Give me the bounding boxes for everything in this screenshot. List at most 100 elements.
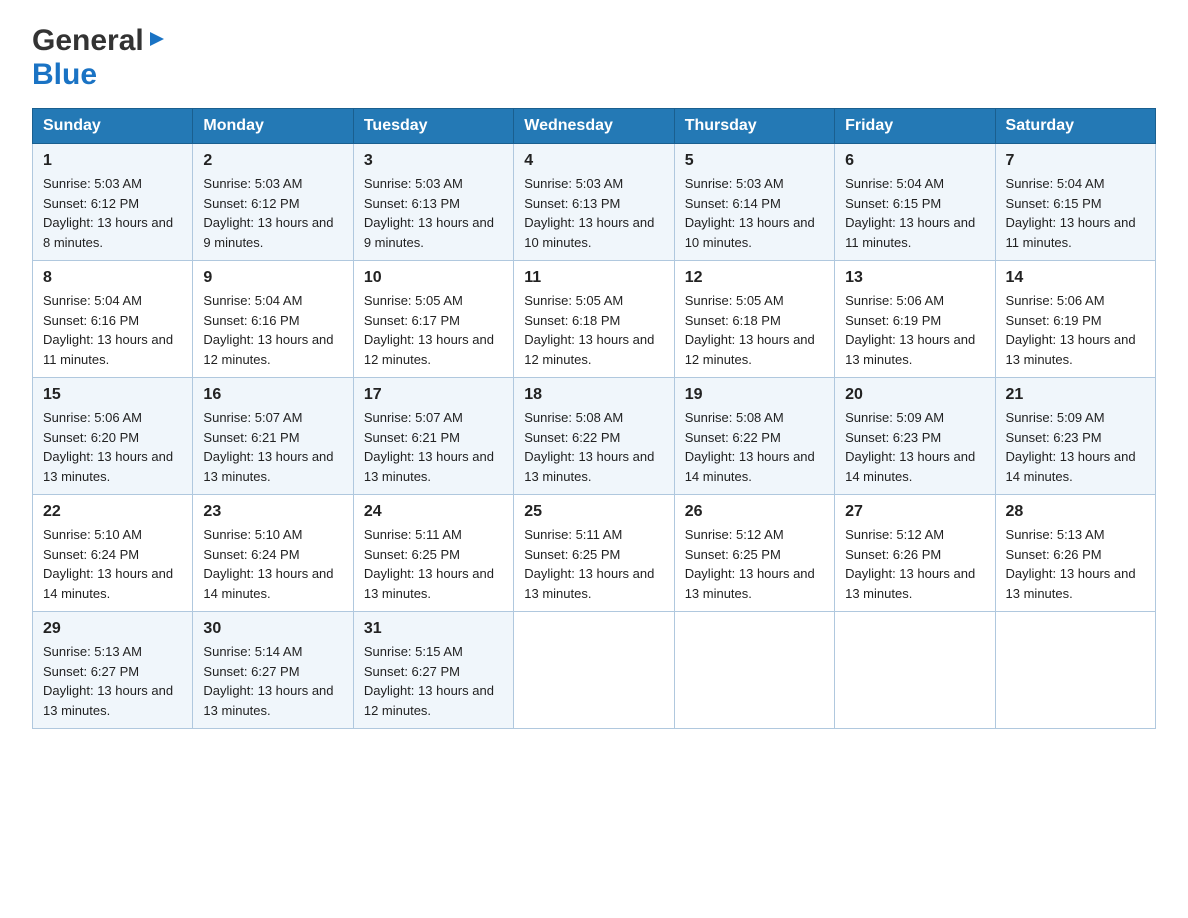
day-number: 15 [43, 386, 182, 404]
day-number: 20 [845, 386, 984, 404]
day-info: Sunrise: 5:09 AM Sunset: 6:23 PM Dayligh… [845, 408, 984, 486]
calendar-table: SundayMondayTuesdayWednesdayThursdayFrid… [32, 108, 1156, 729]
day-cell-21: 21 Sunrise: 5:09 AM Sunset: 6:23 PM Dayl… [995, 378, 1155, 495]
empty-cell [674, 612, 834, 729]
weekday-header-row: SundayMondayTuesdayWednesdayThursdayFrid… [33, 109, 1156, 144]
day-number: 28 [1006, 503, 1145, 521]
day-info: Sunrise: 5:11 AM Sunset: 6:25 PM Dayligh… [364, 525, 503, 603]
weekday-header-thursday: Thursday [674, 109, 834, 144]
week-row-1: 1 Sunrise: 5:03 AM Sunset: 6:12 PM Dayli… [33, 144, 1156, 261]
day-info: Sunrise: 5:04 AM Sunset: 6:15 PM Dayligh… [1006, 174, 1145, 252]
day-number: 16 [203, 386, 342, 404]
day-number: 24 [364, 503, 503, 521]
day-cell-29: 29 Sunrise: 5:13 AM Sunset: 6:27 PM Dayl… [33, 612, 193, 729]
day-number: 31 [364, 620, 503, 638]
day-number: 5 [685, 152, 824, 170]
day-info: Sunrise: 5:13 AM Sunset: 6:26 PM Dayligh… [1006, 525, 1145, 603]
day-number: 9 [203, 269, 342, 287]
weekday-header-wednesday: Wednesday [514, 109, 674, 144]
week-row-2: 8 Sunrise: 5:04 AM Sunset: 6:16 PM Dayli… [33, 261, 1156, 378]
day-info: Sunrise: 5:03 AM Sunset: 6:12 PM Dayligh… [203, 174, 342, 252]
day-cell-31: 31 Sunrise: 5:15 AM Sunset: 6:27 PM Dayl… [353, 612, 513, 729]
empty-cell [995, 612, 1155, 729]
week-row-3: 15 Sunrise: 5:06 AM Sunset: 6:20 PM Dayl… [33, 378, 1156, 495]
day-number: 29 [43, 620, 182, 638]
day-number: 8 [43, 269, 182, 287]
day-cell-15: 15 Sunrise: 5:06 AM Sunset: 6:20 PM Dayl… [33, 378, 193, 495]
day-info: Sunrise: 5:14 AM Sunset: 6:27 PM Dayligh… [203, 642, 342, 720]
day-number: 10 [364, 269, 503, 287]
day-cell-2: 2 Sunrise: 5:03 AM Sunset: 6:12 PM Dayli… [193, 144, 353, 261]
day-cell-3: 3 Sunrise: 5:03 AM Sunset: 6:13 PM Dayli… [353, 144, 513, 261]
day-cell-11: 11 Sunrise: 5:05 AM Sunset: 6:18 PM Dayl… [514, 261, 674, 378]
day-cell-13: 13 Sunrise: 5:06 AM Sunset: 6:19 PM Dayl… [835, 261, 995, 378]
day-cell-26: 26 Sunrise: 5:12 AM Sunset: 6:25 PM Dayl… [674, 495, 834, 612]
day-info: Sunrise: 5:08 AM Sunset: 6:22 PM Dayligh… [524, 408, 663, 486]
weekday-header-saturday: Saturday [995, 109, 1155, 144]
day-cell-8: 8 Sunrise: 5:04 AM Sunset: 6:16 PM Dayli… [33, 261, 193, 378]
day-info: Sunrise: 5:05 AM Sunset: 6:18 PM Dayligh… [524, 291, 663, 369]
day-cell-24: 24 Sunrise: 5:11 AM Sunset: 6:25 PM Dayl… [353, 495, 513, 612]
day-number: 6 [845, 152, 984, 170]
day-info: Sunrise: 5:04 AM Sunset: 6:16 PM Dayligh… [43, 291, 182, 369]
day-cell-14: 14 Sunrise: 5:06 AM Sunset: 6:19 PM Dayl… [995, 261, 1155, 378]
day-cell-19: 19 Sunrise: 5:08 AM Sunset: 6:22 PM Dayl… [674, 378, 834, 495]
day-info: Sunrise: 5:05 AM Sunset: 6:17 PM Dayligh… [364, 291, 503, 369]
day-number: 11 [524, 269, 663, 287]
day-info: Sunrise: 5:13 AM Sunset: 6:27 PM Dayligh… [43, 642, 182, 720]
day-cell-16: 16 Sunrise: 5:07 AM Sunset: 6:21 PM Dayl… [193, 378, 353, 495]
day-info: Sunrise: 5:03 AM Sunset: 6:12 PM Dayligh… [43, 174, 182, 252]
day-number: 18 [524, 386, 663, 404]
day-cell-22: 22 Sunrise: 5:10 AM Sunset: 6:24 PM Dayl… [33, 495, 193, 612]
day-number: 1 [43, 152, 182, 170]
day-number: 14 [1006, 269, 1145, 287]
day-cell-28: 28 Sunrise: 5:13 AM Sunset: 6:26 PM Dayl… [995, 495, 1155, 612]
day-number: 17 [364, 386, 503, 404]
day-number: 25 [524, 503, 663, 521]
day-info: Sunrise: 5:10 AM Sunset: 6:24 PM Dayligh… [203, 525, 342, 603]
day-info: Sunrise: 5:07 AM Sunset: 6:21 PM Dayligh… [364, 408, 503, 486]
day-info: Sunrise: 5:12 AM Sunset: 6:26 PM Dayligh… [845, 525, 984, 603]
day-info: Sunrise: 5:05 AM Sunset: 6:18 PM Dayligh… [685, 291, 824, 369]
day-cell-7: 7 Sunrise: 5:04 AM Sunset: 6:15 PM Dayli… [995, 144, 1155, 261]
week-row-4: 22 Sunrise: 5:10 AM Sunset: 6:24 PM Dayl… [33, 495, 1156, 612]
empty-cell [835, 612, 995, 729]
day-cell-12: 12 Sunrise: 5:05 AM Sunset: 6:18 PM Dayl… [674, 261, 834, 378]
weekday-header-tuesday: Tuesday [353, 109, 513, 144]
day-info: Sunrise: 5:07 AM Sunset: 6:21 PM Dayligh… [203, 408, 342, 486]
day-cell-20: 20 Sunrise: 5:09 AM Sunset: 6:23 PM Dayl… [835, 378, 995, 495]
day-info: Sunrise: 5:04 AM Sunset: 6:16 PM Dayligh… [203, 291, 342, 369]
weekday-header-sunday: Sunday [33, 109, 193, 144]
logo: General Blue [32, 24, 168, 92]
weekday-header-friday: Friday [835, 109, 995, 144]
logo-general-text: General [32, 24, 144, 58]
day-info: Sunrise: 5:11 AM Sunset: 6:25 PM Dayligh… [524, 525, 663, 603]
day-info: Sunrise: 5:03 AM Sunset: 6:13 PM Dayligh… [524, 174, 663, 252]
day-info: Sunrise: 5:04 AM Sunset: 6:15 PM Dayligh… [845, 174, 984, 252]
day-cell-5: 5 Sunrise: 5:03 AM Sunset: 6:14 PM Dayli… [674, 144, 834, 261]
day-number: 30 [203, 620, 342, 638]
day-info: Sunrise: 5:06 AM Sunset: 6:19 PM Dayligh… [845, 291, 984, 369]
day-cell-18: 18 Sunrise: 5:08 AM Sunset: 6:22 PM Dayl… [514, 378, 674, 495]
day-number: 2 [203, 152, 342, 170]
day-info: Sunrise: 5:06 AM Sunset: 6:19 PM Dayligh… [1006, 291, 1145, 369]
week-row-5: 29 Sunrise: 5:13 AM Sunset: 6:27 PM Dayl… [33, 612, 1156, 729]
day-cell-6: 6 Sunrise: 5:04 AM Sunset: 6:15 PM Dayli… [835, 144, 995, 261]
day-number: 13 [845, 269, 984, 287]
empty-cell [514, 612, 674, 729]
day-cell-1: 1 Sunrise: 5:03 AM Sunset: 6:12 PM Dayli… [33, 144, 193, 261]
day-cell-30: 30 Sunrise: 5:14 AM Sunset: 6:27 PM Dayl… [193, 612, 353, 729]
day-info: Sunrise: 5:15 AM Sunset: 6:27 PM Dayligh… [364, 642, 503, 720]
page-header: General Blue [32, 24, 1156, 92]
day-number: 7 [1006, 152, 1145, 170]
day-info: Sunrise: 5:03 AM Sunset: 6:13 PM Dayligh… [364, 174, 503, 252]
day-number: 21 [1006, 386, 1145, 404]
day-number: 3 [364, 152, 503, 170]
weekday-header-monday: Monday [193, 109, 353, 144]
logo-arrow-icon [146, 28, 168, 55]
logo-blue-text: Blue [32, 58, 97, 91]
day-cell-9: 9 Sunrise: 5:04 AM Sunset: 6:16 PM Dayli… [193, 261, 353, 378]
day-info: Sunrise: 5:09 AM Sunset: 6:23 PM Dayligh… [1006, 408, 1145, 486]
day-cell-27: 27 Sunrise: 5:12 AM Sunset: 6:26 PM Dayl… [835, 495, 995, 612]
day-info: Sunrise: 5:08 AM Sunset: 6:22 PM Dayligh… [685, 408, 824, 486]
